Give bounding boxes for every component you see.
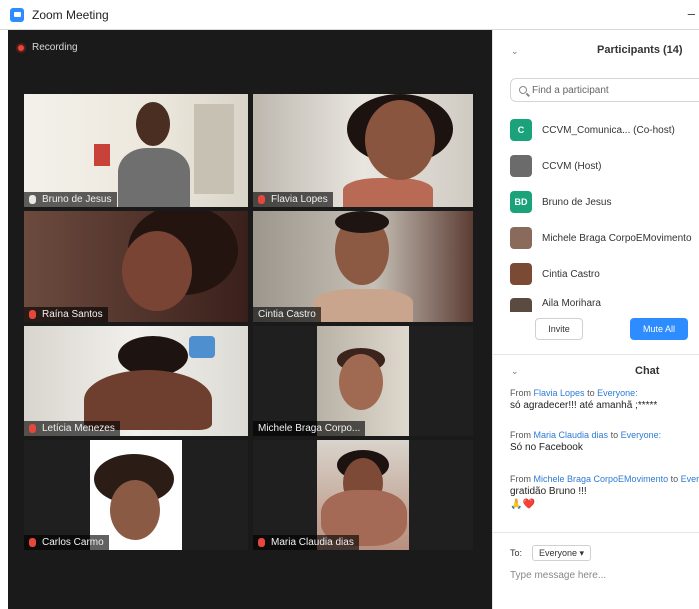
participant-name: CCVM (Host) [542, 160, 602, 172]
participant-name: Cintia Castro [542, 268, 600, 280]
participant-row[interactable]: BD Bruno de Jesus [510, 184, 699, 220]
chat-message-text: só agradecer!!! até amanhã ;***** [510, 400, 658, 411]
avatar [510, 263, 532, 285]
avatar: C [510, 119, 532, 141]
participant-name: CCVM_Comunica... (Co-host) [542, 124, 675, 136]
mic-muted-icon [29, 195, 36, 204]
participant-name-label: Letícia Menezes [24, 421, 120, 436]
to-label: To: [510, 548, 523, 558]
recording-indicator[interactable]: Recording [16, 42, 78, 53]
mute-all-button[interactable]: Mute All [630, 318, 688, 340]
doorway [194, 104, 234, 194]
search-icon [519, 86, 527, 94]
mic-muted-icon [29, 424, 36, 433]
divider [493, 532, 699, 533]
mic-muted-icon [258, 538, 265, 547]
chat-message: From Michele Braga CorpoEMovimento to Ev… [510, 474, 699, 510]
participant-row[interactable]: C CCVM_Comunica... (Co-host) [510, 112, 699, 148]
participant-row[interactable]: Aila Morihara [510, 292, 699, 312]
avatar [510, 155, 532, 177]
side-panel: ⌄ Participants (14) Find a participant C… [492, 30, 699, 609]
video-tile[interactable]: Michele Braga Corpo... [253, 326, 473, 436]
chevron-down-icon[interactable]: ⌄ [511, 46, 519, 57]
video-tile[interactable]: Raína Santos [24, 211, 248, 322]
chat-message-header: From Michele Braga CorpoEMovimento to Ev… [510, 474, 699, 484]
zoom-app-icon [10, 7, 24, 22]
participant-row[interactable]: Cintia Castro [510, 256, 699, 292]
participant-row[interactable]: Michele Braga CorpoEMovimento [510, 220, 699, 256]
mic-muted-icon [29, 538, 36, 547]
person-body [118, 148, 190, 207]
title-bar: Zoom Meeting – [0, 0, 699, 30]
chat-message-header: From Flavia Lopes to Everyone: [510, 388, 638, 398]
person-head [136, 102, 170, 146]
person-head [365, 100, 435, 180]
window-title: Zoom Meeting [32, 7, 109, 22]
chat-title: Chat [635, 365, 660, 377]
person-hair [335, 211, 389, 233]
participant-name: Bruno de Jesus [542, 196, 612, 208]
search-placeholder: Find a participant [532, 84, 609, 96]
mic-muted-icon [29, 310, 36, 319]
video-tile[interactable]: Maria Claudia dias [253, 440, 473, 550]
chat-message: From Maria Claudia dias to Everyone: Só … [510, 430, 699, 453]
person-body [313, 289, 413, 322]
chat-message-header: From Maria Claudia dias to Everyone: [510, 430, 662, 440]
blue-object [189, 336, 215, 358]
participants-header: ⌄ Participants (14) [493, 40, 699, 62]
participant-name-label: Raína Santos [24, 307, 108, 322]
recording-label: Recording [32, 42, 78, 53]
recipient-row: To: Everyone ▾ [510, 545, 592, 561]
chevron-down-icon[interactable]: ⌄ [511, 366, 519, 377]
chat-message-text: gratidão Bruno !!! [510, 486, 587, 497]
video-tile[interactable]: Carlos Carmo [24, 440, 248, 550]
participants-title: Participants (14) [597, 44, 683, 56]
video-tile[interactable]: Cintia Castro [253, 211, 473, 322]
participant-name-label: Bruno de Jesus [24, 192, 117, 207]
participant-name-label: Carlos Carmo [24, 535, 109, 550]
red-object [94, 144, 110, 166]
avatar [510, 298, 532, 312]
person-head [339, 354, 383, 410]
invite-button[interactable]: Invite [535, 318, 583, 340]
video-tile[interactable]: Letícia Menezes [24, 326, 248, 436]
participant-name-label: Maria Claudia dias [253, 535, 359, 550]
participant-search-input[interactable]: Find a participant [510, 78, 699, 102]
participant-name-label: Cintia Castro [253, 307, 321, 322]
person-body [343, 178, 433, 207]
video-tile[interactable]: Bruno de Jesus [24, 94, 248, 207]
recipient-dropdown[interactable]: Everyone ▾ [532, 545, 592, 561]
video-gallery: Recording Bruno de Jesus Flavia Lopes Ra… [8, 30, 492, 609]
participant-name-label: Michele Braga Corpo... [253, 421, 366, 436]
video-tile[interactable]: Flavia Lopes [253, 94, 473, 207]
participant-name: Aila Morihara [542, 298, 601, 309]
person-head [110, 480, 160, 540]
chat-message: From Flavia Lopes to Everyone: só agrade… [510, 388, 699, 411]
emoji-reaction: 🙏❤️ [510, 499, 535, 510]
recording-icon [16, 42, 26, 53]
minimize-button[interactable]: – [688, 6, 695, 21]
chat-message-input[interactable]: Type message here... [510, 570, 606, 581]
participant-name-label: Flavia Lopes [253, 192, 333, 207]
participant-list: C CCVM_Comunica... (Co-host) CCVM (Host)… [510, 112, 699, 312]
person-head [122, 231, 192, 311]
mic-muted-icon [258, 195, 265, 204]
avatar [510, 227, 532, 249]
chat-message-text: Só no Facebook [510, 442, 583, 453]
divider [493, 354, 699, 355]
avatar: BD [510, 191, 532, 213]
participant-row[interactable]: CCVM (Host) [510, 148, 699, 184]
participant-name: Michele Braga CorpoEMovimento [542, 232, 692, 244]
